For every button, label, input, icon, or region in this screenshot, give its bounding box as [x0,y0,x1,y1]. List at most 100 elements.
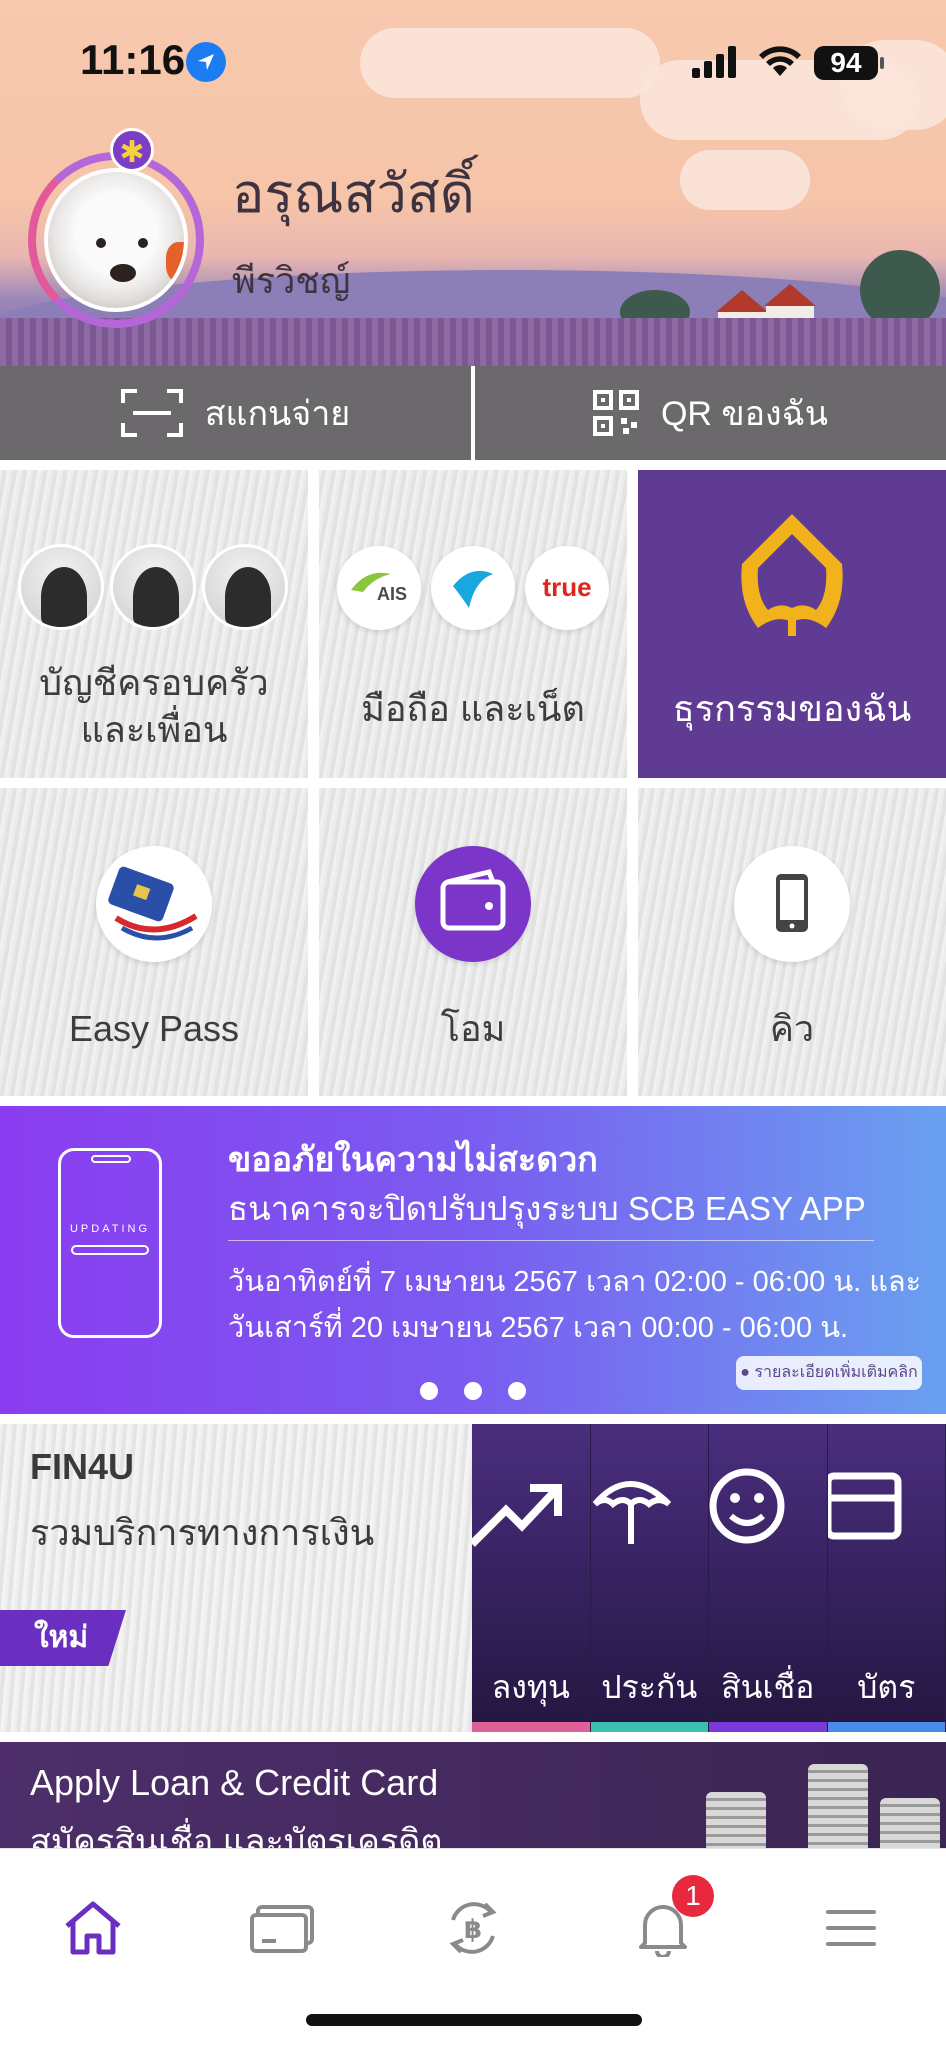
tile-label: บัญชีครอบครัว และเพื่อน [0,660,308,754]
hamburger-menu-icon [826,1910,876,1946]
banner-divider [228,1240,874,1241]
carousel-pagination[interactable] [420,1382,526,1400]
nav-transfer[interactable]: ฿ [428,1883,518,1973]
trend-up-icon [472,1484,562,1547]
banner-schedule-line: วันเสาร์ที่ 20 เมษายน 2567 เวลา 00:00 - … [228,1312,849,1344]
svg-text:฿: ฿ [464,1915,482,1945]
user-name: พีรวิชญ์ [232,260,351,301]
easy-pass-icon [96,846,212,962]
scb-logo-icon [741,514,843,636]
friends-photo [202,544,288,630]
home-indicator[interactable] [306,2014,642,2026]
umbrella-icon [592,1481,671,1544]
tile-savings[interactable]: โอม [319,788,627,1096]
updating-text: UPDATING [69,1223,151,1235]
home-icon [65,1901,121,1955]
notification-count-badge: 1 [672,1875,714,1917]
card-stripe [590,1722,708,1732]
carousel-dot[interactable] [508,1382,526,1400]
card-stripe [827,1722,945,1732]
nav-menu[interactable] [806,1883,896,1973]
fin4u-card-label: บัตร [857,1669,916,1705]
banner-schedule-line: วันอาทิตย์ที่ 7 เมษายน 2567 เวลา 02:00 -… [228,1266,922,1298]
my-qr-button[interactable]: QR ของฉัน [475,366,946,460]
location-arrow-icon [186,42,226,82]
status-bar: 11:16 94 [0,0,946,120]
ais-logo-text: AIS [377,584,407,604]
mobile-phone-icon [734,846,850,962]
avatar-eye [96,238,106,248]
apply-title: Apply Loan & Credit Card [30,1762,439,1803]
greeting-text: อรุณสวัสดิ์ [232,164,475,224]
fin4u-card-label: สินเชื่อ [721,1669,815,1705]
scan-pay-label: สแกนจ่าย [204,395,351,433]
fin4u-section: FIN4U รวมบริการทางการเงิน ใหม่ ลงทุน ประ… [0,1424,946,1732]
banner-subtitle: ธนาคารจะปิดปรับปรุงระบบ SCB EASY APP [228,1190,866,1227]
card-icon [827,1472,901,1540]
avatar [44,168,188,312]
tile-label: มือถือ และเน็ต [361,688,585,729]
coin-stack [808,1764,868,1848]
house-roof [764,284,816,306]
friends-photo [110,544,196,630]
tile-label-line: และเพื่อน [80,708,228,750]
avatar-nose [110,264,136,282]
tile-label: ธุรกรรมของฉัน [672,688,912,729]
updating-phone-icon: UPDATING [58,1148,162,1338]
cellular-signal-icon [692,46,736,78]
updating-progress-bar [71,1245,149,1255]
tile-label: Easy Pass [68,1008,240,1049]
phone-notch [91,1155,131,1163]
smile-icon [709,1468,785,1544]
tile-queue[interactable]: คิว [638,788,946,1096]
fin4u-card-label: ประกัน [601,1669,698,1705]
carousel-dot[interactable] [464,1382,482,1400]
true-logo-text: true [542,572,591,602]
carousel-dot[interactable] [420,1382,438,1400]
avatar-eye [138,238,148,248]
maintenance-banner[interactable]: UPDATING ขออภัยในความไม่สะดวก ธนาคารจะปิ… [0,1106,946,1414]
profile-avatar[interactable]: ✱ [28,128,204,328]
tile-my-transactions[interactable]: ธุรกรรมของฉัน [638,470,946,778]
qr-code-icon [592,390,639,436]
dtac-logo [431,546,515,630]
friends-photo [18,544,104,630]
fin4u-card-loan[interactable]: สินเชื่อ [709,1424,828,1732]
fin4u-card-credit-card[interactable]: บัตร [827,1424,946,1732]
scan-icon [120,389,183,437]
fin4u-cards: ลงทุน ประกัน สินเชื่อ บัตร [472,1424,946,1732]
coin-stack [880,1798,940,1848]
tile-label: โอม [440,1008,506,1049]
fin4u-card-invest[interactable]: ลงทุน [472,1424,591,1732]
nav-home[interactable] [48,1883,138,1973]
scan-pay-button[interactable]: สแกนจ่าย [0,366,471,460]
wallet-icon [415,846,531,962]
fin4u-title: FIN4U [30,1446,135,1487]
nav-accounts[interactable] [238,1883,328,1973]
tile-family-account[interactable]: บัญชีครอบครัว และเพื่อน [0,470,308,778]
header-banner: 11:16 94 ✱ อรุณสวัสดิ์ พีรวิชญ์ [0,0,946,366]
ais-logo: AIS [337,546,421,630]
card-stack-icon [250,1905,314,1953]
tile-label: คิว [769,1008,815,1049]
coin-stack [706,1792,766,1848]
tile-easy-pass[interactable]: Easy Pass [0,788,308,1096]
apply-loan-banner[interactable]: Apply Loan & Credit Card สมัครสินเชื่อ แ… [0,1742,946,1848]
fin4u-intro[interactable]: FIN4U รวมบริการทางการเงิน ใหม่ [0,1424,472,1732]
scan-qr-bar: สแกนจ่าย QR ของฉัน [0,366,946,460]
new-badge: ใหม่ [0,1610,126,1666]
tile-mobile-internet[interactable]: AIS true มือถือ และเน็ต [319,470,627,778]
fin4u-card-insurance[interactable]: ประกัน [590,1424,709,1732]
banner-more-details-button[interactable]: ● รายละเอียดเพิ่มเติมคลิก [736,1356,922,1390]
service-grid: บัญชีครอบครัว และเพื่อน AIS true มือถือ … [0,470,946,1098]
card-stripe [709,1722,827,1732]
house-roof [716,290,768,312]
wifi-icon [759,46,801,76]
card-stripe [472,1722,590,1732]
fin4u-subtitle: รวมบริการทางการเงิน [30,1512,375,1553]
nav-notifications[interactable]: 1 [618,1875,714,1973]
battery-indicator: 94 [814,46,884,80]
star-badge-icon: ✱ [110,128,154,172]
true-logo: true [525,546,609,630]
apply-subtitle: สมัครสินเชื่อ และบัตรเครดิต [30,1823,443,1848]
